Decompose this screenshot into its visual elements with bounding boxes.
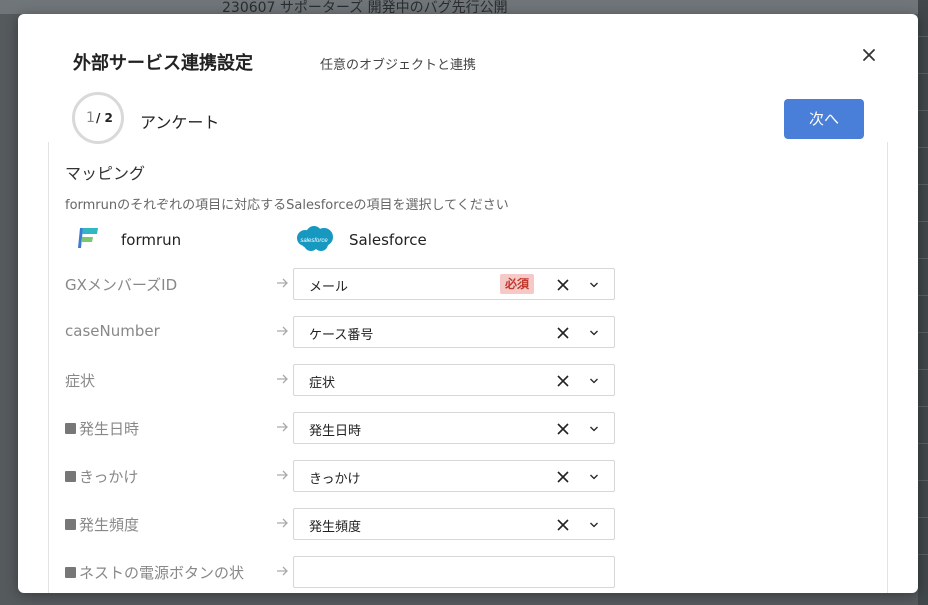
source-field-label: GXメンバーズID xyxy=(65,276,178,294)
source-service-name: formrun xyxy=(121,231,182,249)
arrow-right-icon xyxy=(277,566,288,576)
salesforce-logo-icon: salesforce xyxy=(297,226,333,251)
square-bullet-icon xyxy=(65,471,76,482)
modal-subtitle: 任意のオブジェクトと連携 xyxy=(320,58,477,73)
arrow-right-icon xyxy=(277,422,288,432)
close-icon xyxy=(863,49,875,61)
square-bullet-icon xyxy=(65,423,76,434)
mapping-row: GXメンバーズID メール 必須 xyxy=(49,268,887,300)
close-button[interactable] xyxy=(857,43,881,67)
source-field-label: ネストの電源ボタンの状 xyxy=(65,562,244,583)
clear-icon[interactable] xyxy=(556,374,570,388)
source-field-label: caseNumber xyxy=(65,322,160,340)
required-badge: 必須 xyxy=(500,274,535,294)
chevron-down-icon[interactable] xyxy=(589,376,599,386)
chevron-down-icon[interactable] xyxy=(589,328,599,338)
destination-field-select[interactable]: 症状 xyxy=(293,364,615,396)
destination-field-select[interactable]: きっかけ xyxy=(293,460,615,492)
mapping-row: caseNumber ケース番号 xyxy=(49,316,887,348)
modal-title: 外部サービス連携設定 xyxy=(73,53,253,74)
square-bullet-icon xyxy=(65,519,76,530)
mapping-row: 症状 症状 xyxy=(49,364,887,396)
arrow-right-icon xyxy=(277,278,288,288)
selected-field: 発生頻度 xyxy=(309,520,362,535)
destination-field-select[interactable]: ケース番号 xyxy=(293,316,615,348)
destination-field-select[interactable]: 発生日時 xyxy=(293,412,615,444)
selected-field: ケース番号 xyxy=(309,328,374,343)
clear-icon[interactable] xyxy=(556,326,570,340)
mapping-row: 発生日時 発生日時 xyxy=(49,412,887,444)
mapping-row: ネストの電源ボタンの状 xyxy=(49,556,887,588)
mapping-panel: マッピング formrunのそれぞれの項目に対応するSalesforceの項目を… xyxy=(48,142,888,593)
mapping-title: マッピング xyxy=(65,164,146,183)
destination-service-name: Salesforce xyxy=(349,231,427,249)
clear-icon[interactable] xyxy=(556,470,570,484)
selected-field: きっかけ xyxy=(309,472,361,487)
mapping-row: 発生頻度 発生頻度 xyxy=(49,508,887,540)
next-button[interactable]: 次へ xyxy=(784,99,864,139)
clear-icon[interactable] xyxy=(556,422,570,436)
square-bullet-icon xyxy=(65,567,76,578)
source-field-label: きっかけ xyxy=(65,466,138,487)
source-field-label: 発生日時 xyxy=(65,418,139,439)
mapping-description: formrunのそれぞれの項目に対応するSalesforceの項目を選択してくだ… xyxy=(65,198,509,213)
chevron-down-icon[interactable] xyxy=(589,472,599,482)
arrow-right-icon xyxy=(277,470,288,480)
selected-field: メール xyxy=(309,280,349,295)
step-label: アンケート xyxy=(140,113,220,132)
selected-field: 症状 xyxy=(309,376,336,391)
source-field-label: 発生頻度 xyxy=(65,514,139,535)
step-indicator: 1 / 2 xyxy=(72,92,124,144)
source-field-label: 症状 xyxy=(65,372,96,390)
clear-icon[interactable] xyxy=(556,278,570,292)
chevron-down-icon[interactable] xyxy=(589,424,599,434)
destination-field-select[interactable]: 発生頻度 xyxy=(293,508,615,540)
arrow-right-icon xyxy=(277,518,288,528)
mapping-row: きっかけ きっかけ xyxy=(49,460,887,492)
arrow-right-icon xyxy=(277,374,288,384)
step-total: / 2 xyxy=(96,111,113,125)
selected-field: 発生日時 xyxy=(309,424,362,439)
step-current: 1 xyxy=(86,110,95,126)
formrun-logo-icon xyxy=(78,228,98,248)
integration-settings-modal: 外部サービス連携設定 任意のオブジェクトと連携 1 / 2 アンケート 次へ マ… xyxy=(18,14,918,593)
salesforce-logo-text: salesforce xyxy=(300,238,328,244)
destination-field-select[interactable] xyxy=(293,556,615,588)
background-right-edge xyxy=(918,0,928,605)
arrow-right-icon xyxy=(277,326,288,336)
chevron-down-icon[interactable] xyxy=(589,280,599,290)
destination-field-select[interactable]: メール 必須 xyxy=(293,268,615,300)
chevron-down-icon[interactable] xyxy=(589,520,599,530)
clear-icon[interactable] xyxy=(556,518,570,532)
